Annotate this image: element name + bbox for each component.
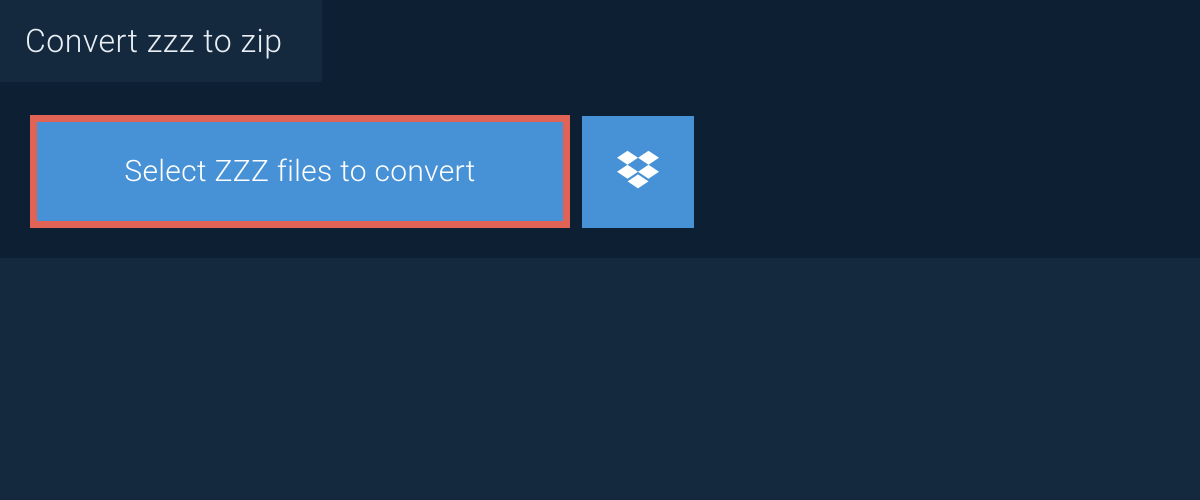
page-background xyxy=(0,258,1200,458)
upload-panel: Select ZZZ files to convert xyxy=(0,85,1200,258)
header-strip: Convert zzz to zip xyxy=(0,0,1200,85)
conversion-tab[interactable]: Convert zzz to zip xyxy=(0,0,322,82)
dropbox-icon xyxy=(617,149,659,195)
select-files-button[interactable]: Select ZZZ files to convert xyxy=(30,115,570,228)
dropbox-button[interactable] xyxy=(582,116,694,228)
select-files-label: Select ZZZ files to convert xyxy=(124,154,475,189)
tab-title: Convert zzz to zip xyxy=(25,22,282,60)
